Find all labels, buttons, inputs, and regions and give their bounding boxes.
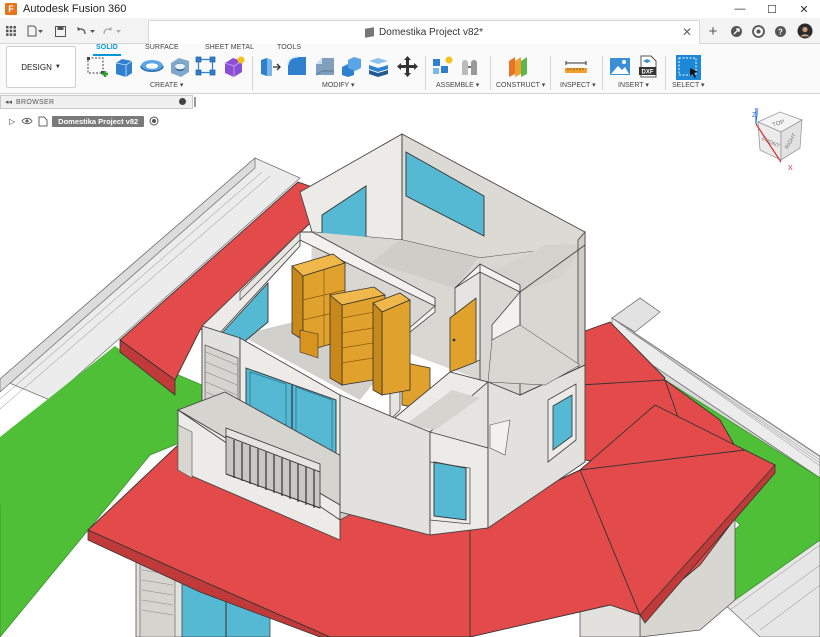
save-icon[interactable] [52, 18, 68, 44]
document-tab-close[interactable]: ✕ [682, 25, 692, 39]
measure-icon[interactable] [564, 55, 587, 78]
browser-header[interactable]: ◂◂ BROWSER [0, 95, 196, 109]
fusion-logo-icon: F [5, 3, 17, 15]
new-component-icon[interactable] [431, 55, 454, 78]
rectangular-pattern-icon[interactable] [195, 55, 218, 78]
construct-label: CONSTRUCT [496, 82, 540, 89]
expand-triangle-icon[interactable]: ▷ [9, 117, 15, 126]
app-title: Autodesk Fusion 360 [23, 3, 127, 15]
shell-icon[interactable] [367, 55, 390, 78]
separator [665, 56, 666, 90]
construct-group-label[interactable]: CONSTRUCT ▾ [496, 81, 545, 89]
create-group-label[interactable]: CREATE ▾ [150, 81, 183, 89]
workspace-switcher[interactable]: DESIGN ▼ [6, 46, 76, 88]
combine-icon[interactable] [340, 55, 363, 78]
insert-dxf-icon[interactable]: DXF [636, 55, 659, 78]
separator [252, 56, 253, 90]
tab-bar: Domestika Project v82* ✕ + ? [0, 18, 820, 44]
job-status-icon[interactable] [748, 18, 768, 44]
separator [425, 56, 426, 90]
extrude-icon[interactable] [112, 55, 135, 78]
app-grid-icon[interactable] [2, 18, 20, 44]
model-viewport[interactable] [0, 94, 820, 637]
tab-surface[interactable]: SURFACE [145, 44, 179, 54]
ribbon-toolbar: DESIGN ▼ SOLID SURFACE SHEET METAL TOOLS… [0, 44, 820, 94]
viewcube[interactable]: TOP FRONT RIGHT Z X [748, 104, 808, 172]
visibility-eye-icon[interactable] [21, 116, 33, 126]
inspect-group-label[interactable]: INSPECT ▾ [560, 81, 596, 89]
document-icon [38, 116, 48, 126]
collapse-icon[interactable]: ◂◂ [5, 98, 12, 106]
browser-root-node[interactable]: ▷ Domestika Project v82 [9, 114, 159, 128]
chamfer-icon[interactable] [313, 55, 336, 78]
extensions-icon[interactable] [726, 18, 746, 44]
fusion-window: F Autodesk Fusion 360 — ☐ ✕ Domestika Pr… [0, 0, 820, 637]
joint-icon[interactable] [459, 55, 482, 78]
offset-plane-icon[interactable] [507, 55, 530, 78]
panel-grip[interactable] [194, 97, 196, 107]
dxf-text: DXF [642, 70, 654, 76]
tab-solid[interactable]: SOLID [96, 44, 118, 54]
revolve-icon[interactable] [140, 55, 164, 78]
title-bar: F Autodesk Fusion 360 — ☐ ✕ [0, 0, 820, 18]
maximize-button[interactable]: ☐ [756, 0, 788, 18]
create-form-icon[interactable] [222, 55, 245, 78]
insert-group-label[interactable]: INSERT ▾ [618, 81, 649, 89]
close-button[interactable]: ✕ [788, 0, 820, 18]
hole-icon[interactable] [168, 55, 191, 78]
modify-group-label[interactable]: MODIFY ▾ [322, 81, 355, 89]
component-icon [365, 27, 375, 38]
project-name[interactable]: Domestika Project v82 [52, 115, 145, 127]
new-tab-button[interactable]: + [704, 18, 722, 44]
insert-label: INSERT [618, 82, 644, 89]
axis-z-label: Z [752, 112, 757, 119]
undo-icon[interactable] [74, 18, 98, 44]
file-menu-icon[interactable] [24, 18, 46, 44]
insert-image-icon[interactable] [609, 55, 632, 78]
browser-title: BROWSER [16, 98, 55, 106]
help-icon[interactable]: ? [770, 18, 790, 44]
separator [602, 56, 603, 90]
modify-label: MODIFY [322, 82, 350, 89]
user-avatar[interactable] [794, 18, 816, 44]
minimize-button[interactable]: — [724, 0, 756, 18]
document-tab[interactable]: Domestika Project v82* ✕ [148, 20, 700, 44]
create-label: CREATE [150, 82, 178, 89]
axis-x-label: X [788, 165, 793, 172]
select-group-label[interactable]: SELECT ▾ [672, 81, 705, 89]
assemble-label: ASSEMBLE [436, 82, 474, 89]
window-controls: — ☐ ✕ [724, 0, 820, 18]
tab-tools[interactable]: TOOLS [277, 44, 301, 54]
svg-text:?: ? [778, 27, 783, 36]
fillet-icon[interactable] [286, 55, 309, 78]
assemble-group-label[interactable]: ASSEMBLE ▾ [436, 81, 479, 89]
select-icon[interactable] [676, 55, 701, 80]
create-sketch-icon[interactable] [86, 55, 109, 78]
inspect-label: INSPECT [560, 82, 591, 89]
pin-icon[interactable] [179, 98, 186, 105]
house-model[interactable] [0, 94, 820, 637]
activate-radio-icon[interactable] [149, 116, 159, 126]
workspace-label: DESIGN [21, 62, 52, 72]
separator [490, 56, 491, 90]
redo-icon[interactable] [100, 18, 124, 44]
press-pull-icon[interactable] [259, 55, 282, 78]
tab-sheet-metal[interactable]: SHEET METAL [205, 44, 254, 54]
separator [550, 56, 551, 90]
select-label: SELECT [672, 82, 700, 89]
document-title: Domestika Project v82* [379, 27, 483, 38]
chevron-down-icon: ▼ [54, 64, 61, 70]
move-copy-icon[interactable] [396, 55, 419, 78]
